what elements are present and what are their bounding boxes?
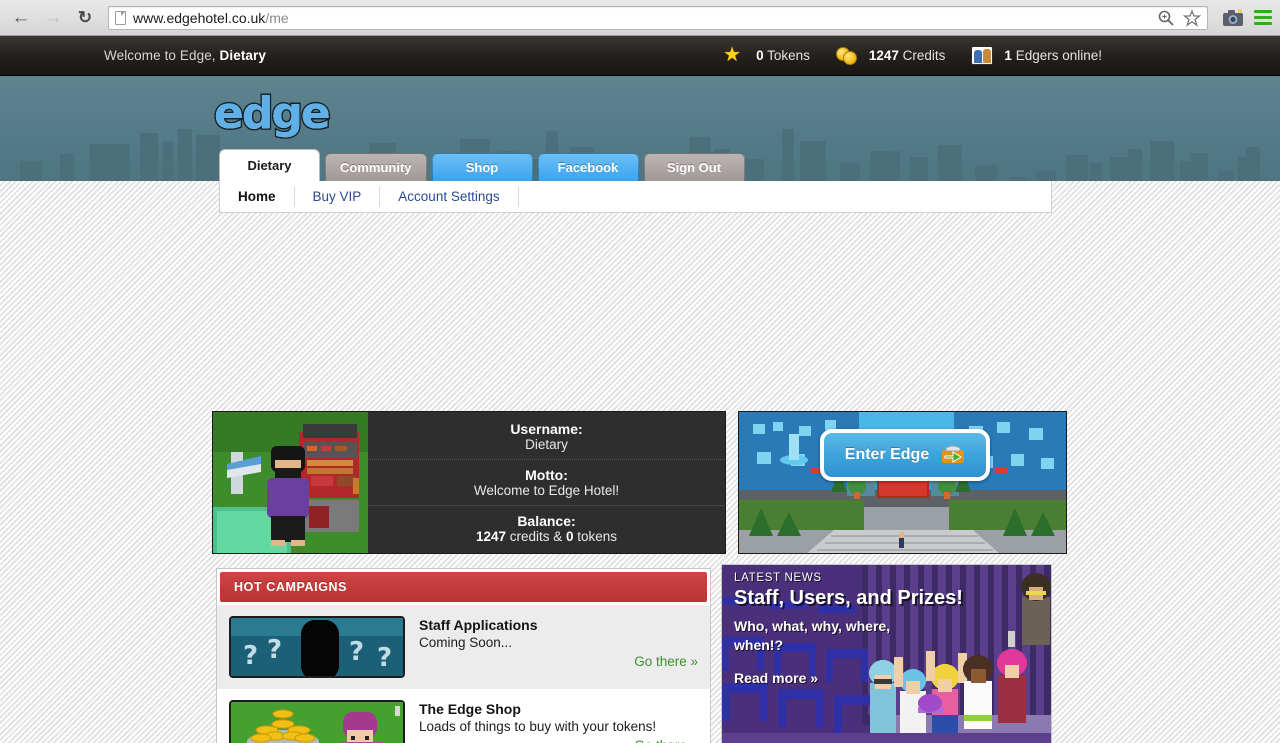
profile-field-username: Username: Dietary (510, 421, 583, 452)
news-hero-image[interactable]: LATEST NEWS Staff, Users, and Prizes! Wh… (722, 565, 1051, 743)
profile-field-motto: Motto: Welcome to Edge Hotel! (368, 459, 725, 505)
coins-pot-thumb (229, 700, 405, 743)
content-column: Home Buy VIP Account Settings (219, 181, 1052, 213)
star-icon: ★ (723, 43, 741, 66)
campaign-desc: Loads of things to buy with your tokens! (419, 719, 657, 734)
page-document-icon (115, 10, 126, 25)
campaign-title: Staff Applications (419, 617, 538, 633)
enter-edge-label: Enter Edge (844, 446, 930, 463)
svg-text:?: ? (243, 641, 258, 671)
balance-value: 1247 credits & 0 tokens (475, 529, 618, 544)
enter-edge-panel: Enter Edge (738, 411, 1067, 554)
tab-facebook[interactable]: Facebook (537, 153, 639, 181)
news-kicker: LATEST NEWS (734, 572, 822, 584)
profile-field-balance: Balance: 1247 credits & 0 tokens (368, 505, 725, 551)
subnav-divider (517, 186, 519, 207)
sub-navigation: Home Buy VIP Account Settings (219, 181, 1052, 213)
tab-shop[interactable]: Shop (431, 153, 533, 181)
question-marks-thumb: ?? ?? (229, 616, 405, 678)
hot-campaigns-heading: HOT CAMPAIGNS (220, 572, 707, 602)
campaign-body: Staff Applications Coming Soon... Go the… (419, 616, 698, 669)
svg-text:?: ? (267, 635, 282, 665)
campaign-go-there-link[interactable]: Go there » (419, 738, 698, 743)
news-title: Staff, Users, and Prizes! (734, 587, 963, 609)
tokens-stat: ★ 0 Tokens (723, 43, 810, 66)
profile-row: Username: Dietary Motto: Welcome to Edge… (212, 411, 1067, 554)
coins-icon (835, 45, 860, 67)
news-subtitle: Who, what, why, where, when!? (734, 618, 891, 653)
door-exit-icon (941, 445, 965, 465)
back-arrow-icon[interactable]: ← (8, 5, 34, 31)
reload-icon[interactable]: ↻ (72, 5, 98, 31)
subnav-item-buy-vip[interactable]: Buy VIP (295, 189, 380, 204)
user-stats: ★ 0 Tokens 1247 Credits 1 Edgers online! (723, 45, 1102, 67)
profile-panel: Username: Dietary Motto: Welcome to Edge… (212, 411, 726, 554)
subnav-item-account-settings[interactable]: Account Settings (380, 189, 517, 204)
campaign-item-the-edge-shop[interactable]: The Edge Shop Loads of things to buy wit… (217, 689, 710, 743)
svg-text:?: ? (349, 637, 364, 667)
welcome-message: Welcome to Edge, Dietary (104, 48, 266, 63)
address-bar-url: www.edgehotel.co.uk/me (133, 9, 289, 26)
hot-campaigns-panel: HOT CAMPAIGNS ?? ?? Staff Applications C… (216, 568, 711, 743)
browser-chrome: ← → ↻ www.edgehotel.co.uk/me (0, 0, 1280, 36)
campaign-item-staff-applications[interactable]: ?? ?? Staff Applications Coming Soon... … (217, 605, 710, 689)
main-nav-tabs: Dietary Community Shop Facebook Sign Out (219, 149, 745, 181)
campaign-body: The Edge Shop Loads of things to buy wit… (419, 700, 698, 743)
forward-arrow-icon[interactable]: → (40, 5, 66, 31)
hamburger-menu-icon[interactable] (1254, 10, 1272, 25)
site-header: edge 1 Edgers online! Enter Edge Now! Di… (0, 76, 1280, 181)
people-icon (971, 45, 995, 67)
site-top-bar: Welcome to Edge, Dietary ★ 0 Tokens 1247… (0, 36, 1280, 76)
credits-stat: 1247 Credits (835, 45, 945, 67)
tab-community[interactable]: Community (325, 153, 427, 181)
enter-edge-button[interactable]: Enter Edge (820, 429, 990, 481)
campaign-title: The Edge Shop (419, 701, 521, 717)
camera-icon[interactable] (1222, 8, 1244, 28)
site-logo[interactable]: edge (213, 87, 333, 141)
news-read-more-link[interactable]: Read more » (734, 670, 818, 686)
campaign-go-there-link[interactable]: Go there » (419, 654, 698, 669)
zoom-icon[interactable] (1157, 9, 1175, 27)
profile-fields: Username: Dietary Motto: Welcome to Edge… (368, 412, 725, 553)
avatar-scene-image (213, 412, 368, 553)
online-users-stat: 1 Edgers online! (971, 45, 1102, 67)
tab-sign-out[interactable]: Sign Out (643, 153, 745, 181)
subnav-item-home[interactable]: Home (238, 189, 294, 204)
latest-news-panel: LATEST NEWS Staff, Users, and Prizes! Wh… (721, 564, 1052, 743)
campaign-desc: Coming Soon... (419, 635, 513, 650)
address-bar[interactable]: www.edgehotel.co.uk/me (108, 5, 1208, 30)
svg-text:?: ? (377, 643, 392, 673)
tab-dietary[interactable]: Dietary (219, 149, 320, 181)
star-icon[interactable] (1183, 8, 1201, 27)
